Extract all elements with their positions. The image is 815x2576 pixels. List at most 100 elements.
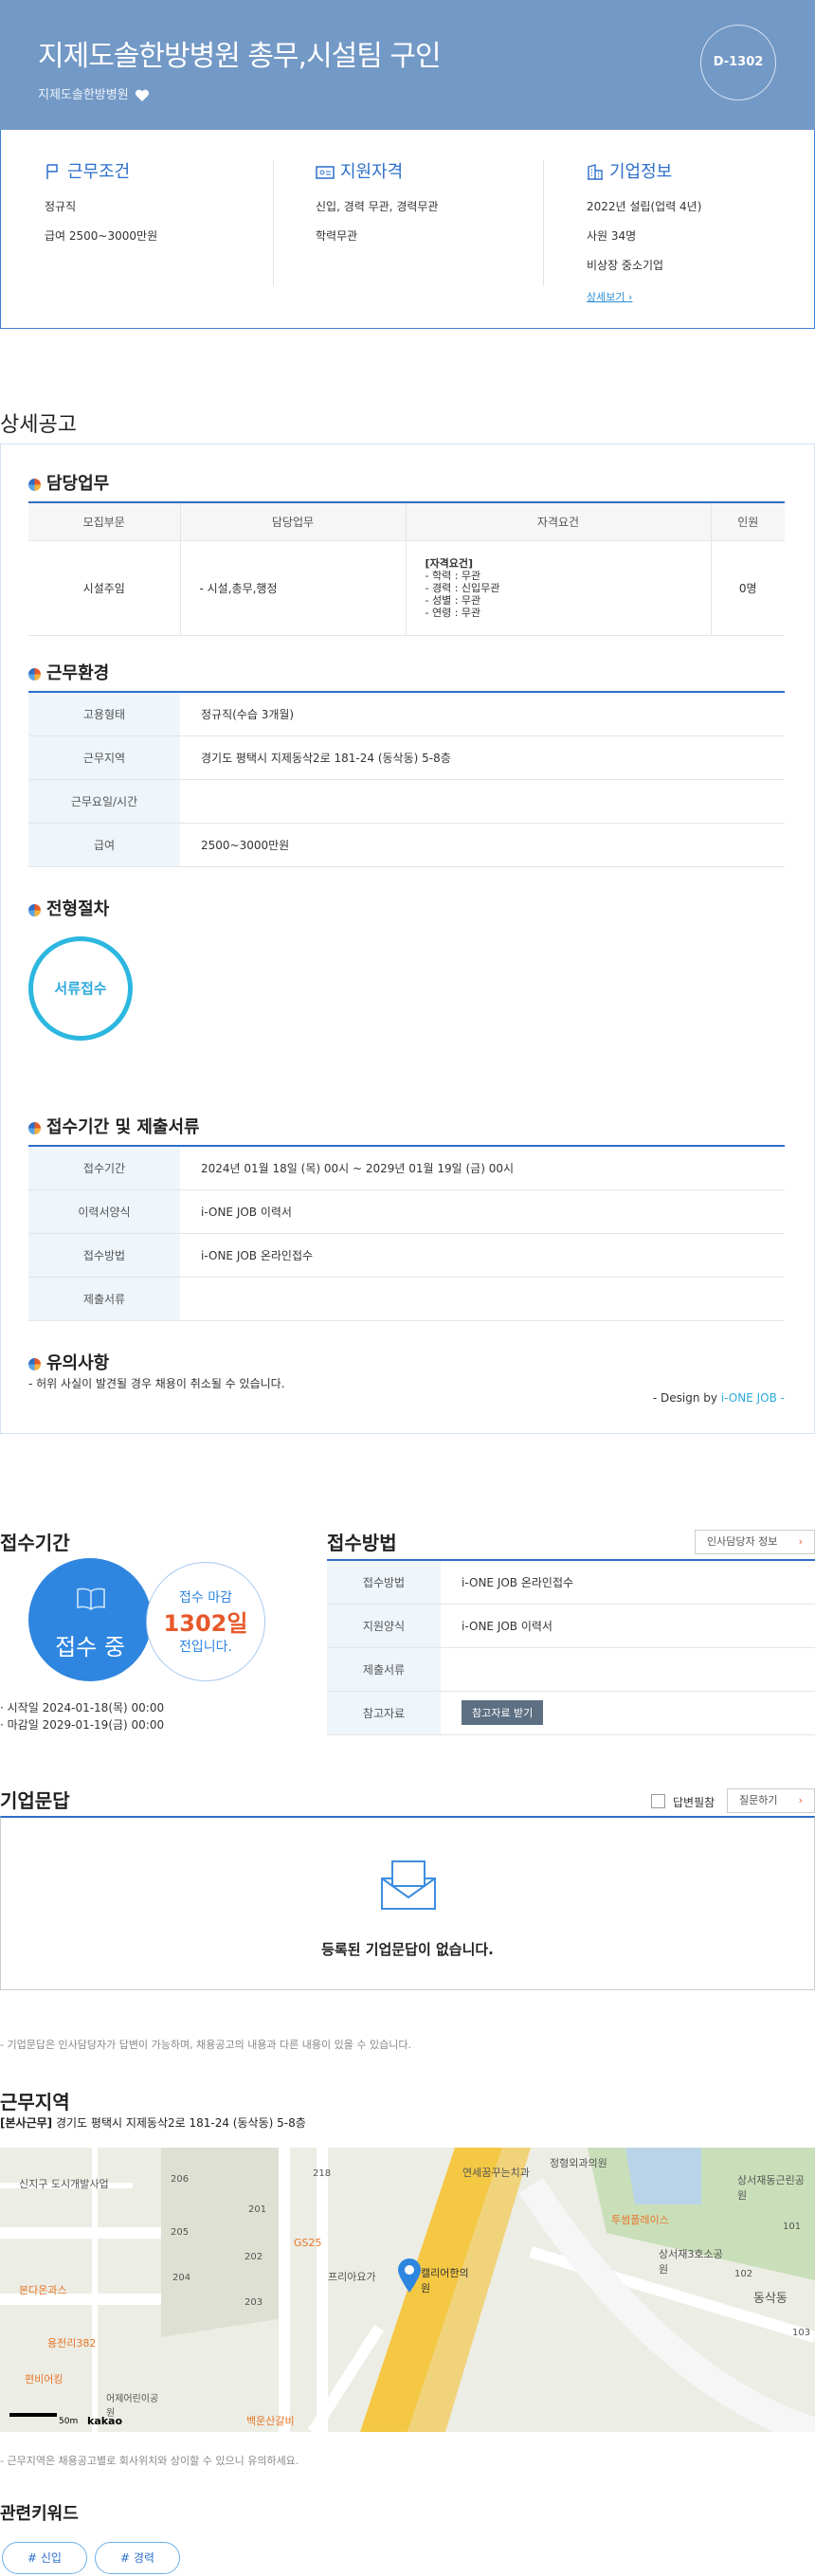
bullet-icon: [28, 668, 41, 680]
map-label: 캘리어한의원: [421, 2267, 469, 2295]
count-cell: 0명: [711, 540, 785, 636]
process-title: 전형절차: [28, 896, 109, 920]
period-value: [180, 1277, 785, 1321]
location-address-text: 경기도 평택시 지제동삭2로 181-24 (동삭동) 5-8층: [55, 2116, 306, 2130]
env-key: 고용형태: [28, 692, 180, 736]
id-card-icon: [316, 166, 335, 179]
location-title: 근무지역: [0, 2091, 70, 2113]
answer-only-label[interactable]: 답변필참: [673, 1794, 715, 1810]
heart-icon[interactable]: [135, 89, 150, 102]
hr-info-button[interactable]: 인사담당자 정보 ›: [695, 1530, 815, 1554]
map-label: 204: [172, 2273, 191, 2283]
qualification-title: 지원자격: [340, 162, 404, 182]
dept-cell: 시설주임: [28, 540, 181, 636]
method-key: 제출서류: [327, 1647, 441, 1692]
company-info-column: 기업정보 2022년 설립(업력 4년) 사원 34명 비상장 중소기업 상세보…: [587, 158, 815, 304]
env-title-text: 근무환경: [46, 663, 110, 683]
map[interactable]: 신지구 도시개발사업 206 218 연세꿈꾸는치과 정형외과의원 205 20…: [0, 2148, 815, 2432]
end-date-text: 마감일 2029-01-19(금) 00:00: [7, 1718, 165, 1732]
company-name[interactable]: 지제도솔한방병원: [38, 84, 150, 102]
map-label: 상서재동근린공원: [737, 2174, 805, 2202]
location-tag: [본사근무]: [0, 2116, 53, 2130]
chevron-right-icon: ›: [798, 1535, 803, 1548]
table-row: 접수방법 i-ONE JOB 온라인접수: [28, 1233, 785, 1278]
env-value: 2500~3000만원: [180, 823, 785, 867]
period-title-text: 접수기간 및 제출서류: [46, 1117, 200, 1137]
design-prefix: - Design by: [652, 1391, 721, 1405]
start-date-text: 시작일 2024-01-18(목) 00:00: [7, 1701, 165, 1714]
map-label: 투썸플레이스: [611, 2214, 669, 2226]
qa-empty-box: 등록된 기업문답이 없습니다.: [0, 1816, 815, 1990]
period-title: 접수기간 및 제출서류: [28, 1114, 200, 1138]
duty-title-text: 담당업무: [46, 474, 110, 494]
bullet-icon: [28, 479, 41, 491]
map-label: 202: [244, 2252, 263, 2262]
env-value: [180, 779, 785, 824]
ask-question-label[interactable]: 질문하기: [739, 1794, 777, 1806]
dday-badge: D-1302: [700, 25, 776, 100]
company-employees: 사원 34명: [587, 229, 637, 243]
location-address: [본사근무] 경기도 평택시 지제동삭2로 181-24 (동삭동) 5-8층: [0, 2114, 306, 2131]
company-detail-link[interactable]: 상세보기 ›: [587, 291, 632, 303]
period-value: 2024년 01월 18일 (목) 00시 ~ 2029년 01월 19일 (금…: [180, 1146, 785, 1190]
job-header: 지제도솔한방병원 총무,시설팀 구인 지제도솔한방병원 D-1302: [0, 0, 815, 130]
req-cell: [자격요건] - 학력 : 무관 - 경력 : 신입무관 - 성별 : 무관 -…: [406, 540, 712, 636]
company-info-title: 기업정보: [609, 162, 673, 182]
map-label: GS25: [294, 2237, 322, 2249]
map-label: 206: [171, 2174, 190, 2185]
status-circle: 접수 중: [28, 1558, 152, 1681]
apply-period-title: 접수기간: [0, 1532, 70, 1554]
divider: [543, 160, 544, 285]
table-row: 접수기간 2024년 01월 18일 (목) 00시 ~ 2029년 01월 19…: [28, 1146, 785, 1190]
caution-title: 유의사항: [28, 1350, 109, 1374]
env-table: 고용형태 정규직(수습 3개월) 근무지역 경기도 평택시 지제동삭2로 181-2…: [28, 691, 785, 867]
qa-note: - 기업문답은 인사담당자가 답변이 가능하며, 채용공고의 내용과 다른 내용…: [0, 2039, 411, 2051]
req-title: [자격요건]: [425, 556, 474, 570]
col-req: 자격요건: [406, 502, 712, 541]
col-count: 인원: [711, 502, 785, 541]
col-dept: 모집부문: [28, 502, 181, 541]
keyword-chip[interactable]: # 경력: [95, 2542, 180, 2574]
start-date: · 시작일 2024-01-18(목) 00:00: [0, 1701, 165, 1714]
map-label: 신지구 도시개발사업: [19, 2178, 109, 2190]
method-value: i-ONE JOB 이력서: [441, 1604, 815, 1648]
company-name-text[interactable]: 지제도솔한방병원: [38, 88, 129, 102]
keyword-chip[interactable]: # 신입: [2, 2542, 87, 2574]
map-label: 용전리382: [47, 2337, 97, 2349]
conditions-column: 근무조건 정규직 급여 2500~3000만원: [45, 158, 310, 257]
book-icon: [77, 1587, 105, 1610]
method-value: [441, 1647, 815, 1692]
map-label: 103: [792, 2328, 811, 2338]
method-value: i-ONE JOB 온라인접수: [441, 1560, 815, 1605]
method-key: 지원양식: [327, 1604, 441, 1648]
condition-salary: 급여 2500~3000만원: [45, 229, 158, 243]
caution-text: - 허위 사실이 발견될 경우 채용이 취소될 수 있습니다.: [28, 1377, 285, 1390]
company-founded: 2022년 설립(업력 4년): [587, 200, 702, 213]
req-line: - 연령 : 무관: [425, 606, 481, 619]
ask-question-button[interactable]: 질문하기 ›: [727, 1788, 815, 1813]
design-brand[interactable]: i-ONE JOB -: [721, 1391, 785, 1405]
col-work: 담당업무: [180, 502, 407, 541]
location-note: - 근무지역은 채용공고별로 회사위치와 상이할 수 있으니 유의하세요.: [0, 2455, 299, 2467]
deadline-suffix: 전입니다.: [179, 1640, 232, 1655]
kakao-logo: kakao: [87, 2415, 123, 2427]
download-reference-button[interactable]: 참고자료 받기: [462, 1700, 544, 1725]
answer-only-checkbox[interactable]: [651, 1794, 665, 1808]
table-row: 고용형태 정규직(수습 3개월): [28, 692, 785, 736]
design-credit: - Design by i-ONE JOB -: [653, 1391, 785, 1405]
bullet-icon: [28, 1358, 41, 1370]
method-value: 참고자료 받기: [441, 1691, 815, 1735]
building-icon: [588, 164, 603, 180]
map-label: 백운산갈비: [246, 2415, 295, 2427]
table-row: 참고자료 참고자료 받기: [327, 1691, 815, 1735]
condition-employment: 정규직: [45, 200, 77, 213]
map-label: 동삭동: [753, 2292, 788, 2306]
method-key: 참고자료: [327, 1691, 441, 1735]
chevron-right-icon: ›: [798, 1794, 803, 1806]
deadline-label: 접수 마감: [179, 1590, 232, 1605]
detail-section-title: 상세공고: [0, 413, 77, 437]
qualification-education: 학력무관: [316, 229, 358, 243]
period-key: 접수방법: [28, 1233, 180, 1278]
hr-info-button-label[interactable]: 인사담당자 정보: [707, 1535, 777, 1548]
qualification-column: 지원자격 신입, 경력 무관, 경력무관 학력무관: [316, 158, 581, 257]
